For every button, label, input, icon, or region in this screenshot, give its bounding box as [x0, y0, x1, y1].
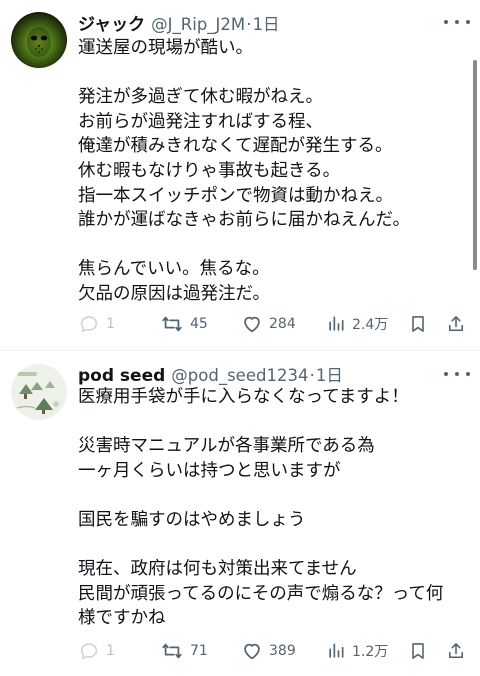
views-button[interactable]: 1.2万: [326, 637, 388, 665]
post-text-line: 現在、政府は何も対策出来てません: [78, 559, 357, 580]
share-button[interactable]: [446, 637, 466, 665]
views-count: 2.4万: [352, 317, 389, 333]
avatar-sketch-image: [11, 364, 67, 420]
post-text-line: [78, 533, 466, 558]
post-text-line: 一ヶ月くらいは持つと思いますが: [78, 460, 341, 481]
post-text-line: [78, 483, 466, 508]
reply-button[interactable]: 1: [78, 310, 115, 338]
post-text: 運送屋の現場が酷い。 発注が多過ぎて休む暇がねえ。 お前らが過発注すればする程、…: [78, 36, 466, 307]
repost-count: 45: [190, 316, 208, 332]
post-text-line: 災害時マニュアルが各事業所である為: [78, 436, 375, 457]
post-text-line: 指一本スイッチポンで物資は動かねえ。: [78, 185, 393, 206]
post-text-line: 医療用手袋が手に入らなくなってますよ！: [78, 387, 409, 407]
post-1[interactable]: ジャック @J_Rip_J2M · 1日 運送屋の現場が酷い。 発注が多過ぎて休…: [0, 0, 480, 350]
more-options-icon[interactable]: [444, 12, 470, 32]
avatar-hockey-mask-image: [11, 12, 67, 68]
views-bar-chart-icon: [329, 316, 344, 331]
views-button[interactable]: 2.4万: [326, 310, 388, 338]
reply-count: 1: [106, 316, 115, 332]
post-text-line: [78, 410, 466, 435]
bookmark-icon: [412, 316, 424, 332]
action-bar: 1 45 284 2.4万: [78, 310, 466, 338]
repost-count: 71: [190, 643, 208, 659]
post-text-line: お前らが過発注すればする程、: [78, 111, 323, 132]
share-button[interactable]: [446, 310, 466, 338]
repost-button[interactable]: 71: [160, 637, 208, 665]
heart-icon: [244, 316, 260, 333]
post-text-line: [78, 233, 466, 258]
post-text-line: 誰かが運ばなきゃお前らに届かねえんだ。: [78, 210, 410, 231]
like-button[interactable]: 284: [241, 310, 296, 338]
post-header: ジャック @J_Rip_J2M · 1日: [78, 10, 440, 35]
author-name[interactable]: ジャック: [78, 10, 145, 35]
separator-dot: ·: [309, 366, 315, 386]
repost-button[interactable]: 45: [160, 310, 208, 338]
post-text-line: 民間が頑張ってるのにその声で煽るな？って何: [78, 583, 444, 604]
share-icon: [448, 316, 464, 332]
post-text-line: 国民を騙すのはやめましょう: [78, 509, 306, 530]
repost-icon: [162, 316, 182, 332]
separator-dot: ·: [246, 15, 252, 35]
more-options-icon[interactable]: [444, 364, 470, 384]
post-text-line: 様ですかね: [78, 608, 166, 629]
views-bar-chart-icon: [329, 643, 344, 658]
repost-icon: [162, 643, 182, 659]
reply-icon: [80, 643, 98, 660]
action-bar: 1 71 389 1.2万: [78, 637, 466, 665]
like-count: 284: [269, 316, 296, 332]
reply-icon: [80, 316, 98, 333]
like-count: 389: [269, 643, 296, 659]
heart-icon: [244, 643, 260, 660]
post-text-line: 発注が多過ぎて休む暇がねえ。: [78, 87, 323, 108]
post-time[interactable]: 1日: [316, 362, 343, 386]
post-text-line: [78, 61, 466, 86]
reply-count: 1: [106, 643, 115, 659]
post-text-line: 運送屋の現場が酷い。: [78, 38, 253, 58]
bookmark-icon: [412, 643, 424, 659]
post-text: 医療用手袋が手に入らなくなってますよ！ 災害時マニュアルが各事業所である為 一ヶ…: [78, 385, 466, 631]
bookmark-button[interactable]: [408, 310, 428, 338]
post-text-line: 休む暇もなけりゃ事故も起きる。: [78, 160, 341, 181]
author-handle[interactable]: @J_Rip_J2M: [151, 15, 245, 34]
avatar[interactable]: [11, 12, 67, 68]
author-handle[interactable]: @pod_seed1234: [171, 366, 308, 385]
post-time[interactable]: 1日: [253, 11, 280, 35]
post-text-line: 焦らんでいい。焦るな。: [78, 259, 270, 280]
author-name[interactable]: pod seed: [78, 366, 165, 386]
post-header: pod seed @pod_seed1234 · 1日: [78, 362, 440, 386]
avatar[interactable]: [11, 364, 67, 420]
views-count: 1.2万: [352, 644, 389, 660]
reply-button[interactable]: 1: [78, 637, 115, 665]
like-button[interactable]: 389: [241, 637, 296, 665]
bookmark-button[interactable]: [408, 637, 428, 665]
scrollbar[interactable]: [473, 60, 477, 270]
share-icon: [448, 643, 464, 659]
post-text-line: 俺達が積みきれなくて遅配が発生する。: [78, 136, 393, 157]
post-2[interactable]: pod seed @pod_seed1234 · 1日 医療用手袋が手に入らなく…: [0, 351, 480, 676]
post-text-line: 欠品の原因は過発注だ。: [78, 283, 270, 304]
